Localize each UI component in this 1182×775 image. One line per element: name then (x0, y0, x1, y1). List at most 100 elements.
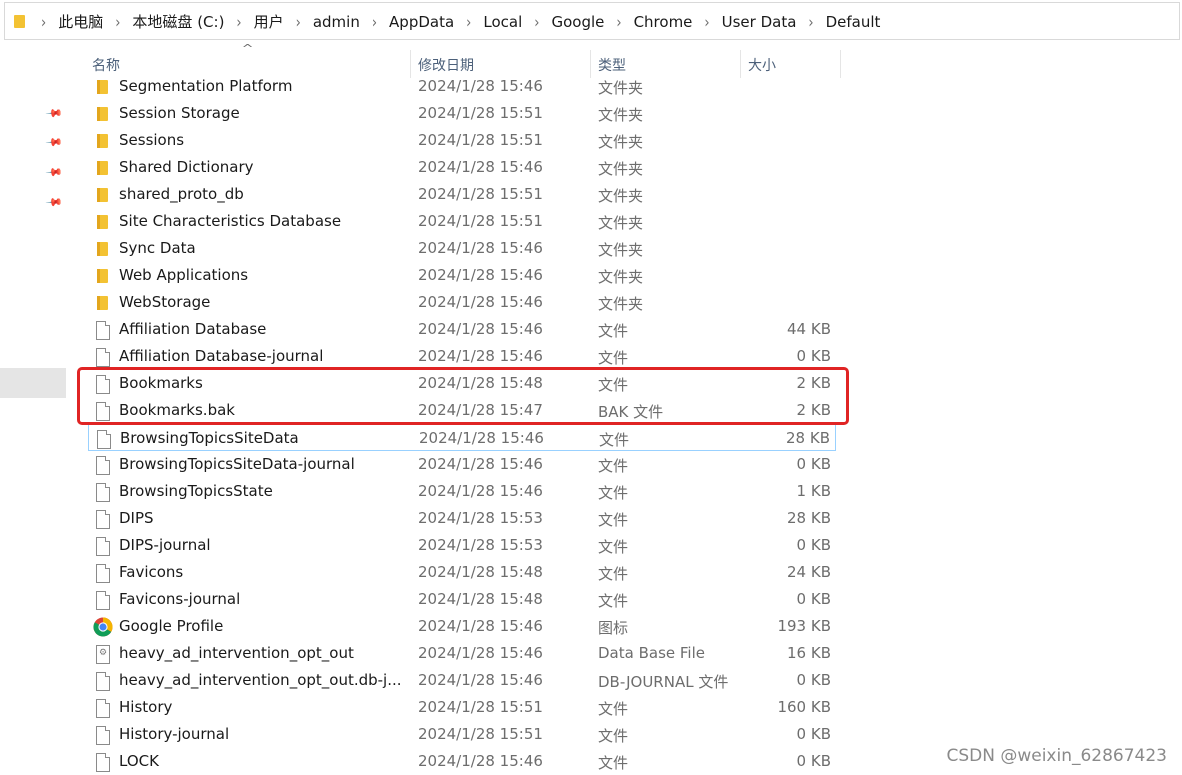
file-type: 文件 (598, 700, 629, 718)
file-size: 24 KB (787, 563, 831, 581)
file-type: 文件 (599, 431, 630, 449)
file-date: 2024/1/28 15:53 (418, 509, 543, 527)
pin-icon[interactable]: 📌 (44, 104, 64, 124)
pin-icon[interactable]: 📌 (44, 193, 64, 213)
file-name: History-journal (119, 725, 230, 743)
breadcrumb-item[interactable]: 此电脑 (58, 13, 103, 31)
file-type: 文件 (598, 484, 629, 502)
file-size: 28 KB (786, 429, 830, 447)
chevron-right-icon[interactable]: › (372, 14, 377, 32)
file-date: 2024/1/28 15:46 (418, 266, 543, 284)
file-name: Session Storage (119, 104, 240, 122)
file-date: 2024/1/28 15:46 (418, 644, 543, 662)
file-size: 193 KB (777, 617, 831, 635)
file-name: History (119, 698, 173, 716)
column-type-header[interactable]: 类型 (598, 55, 626, 75)
file-row[interactable]: Favicons 2024/1/28 15:48 文件 24 KB (88, 559, 836, 586)
db-icon (94, 644, 112, 664)
file-size: 16 KB (787, 644, 831, 662)
file-row[interactable]: Favicons-journal 2024/1/28 15:48 文件 0 KB (88, 586, 836, 613)
file-type: 文件 (598, 754, 629, 772)
file-date: 2024/1/28 15:46 (419, 429, 544, 447)
file-date: 2024/1/28 15:51 (418, 104, 543, 122)
file-date: 2024/1/28 15:46 (418, 77, 543, 95)
file-name: BrowsingTopicsSiteData (120, 429, 299, 447)
breadcrumb-item[interactable]: 本地磁盘 (C:) (132, 13, 224, 31)
chevron-right-icon[interactable]: › (236, 14, 241, 32)
file-size: 0 KB (796, 671, 831, 689)
navigation-pane[interactable]: 📌 📌 📌 📌 (0, 40, 66, 772)
file-type: 文件 (598, 592, 629, 610)
chevron-right-icon[interactable]: › (115, 14, 120, 32)
breadcrumb-item[interactable]: Chrome (634, 13, 693, 31)
file-row[interactable]: BrowsingTopicsState 2024/1/28 15:46 文件 1 KB (88, 478, 836, 505)
file-row[interactable]: Segmentation Platform 2024/1/28 15:46 文件夹 (88, 73, 836, 100)
nav-selected-item[interactable] (0, 368, 66, 398)
file-row[interactable]: Google Profile 2024/1/28 15:46 图标 193 KB (88, 613, 836, 640)
file-row[interactable]: DIPS 2024/1/28 15:53 文件 28 KB (88, 505, 836, 532)
file-row[interactable]: shared_proto_db 2024/1/28 15:51 文件夹 (88, 181, 836, 208)
breadcrumb-item[interactable]: User Data (722, 13, 797, 31)
chevron-right-icon[interactable]: › (704, 14, 709, 32)
breadcrumb-item[interactable]: 用户 (254, 13, 284, 31)
file-date: 2024/1/28 15:53 (418, 536, 543, 554)
file-size: 160 KB (777, 698, 831, 716)
folder-icon (94, 158, 112, 178)
file-size: 0 KB (796, 725, 831, 743)
file-icon (94, 698, 112, 718)
file-size: 0 KB (796, 752, 831, 770)
chevron-right-icon[interactable]: › (616, 14, 621, 32)
file-date: 2024/1/28 15:46 (418, 752, 543, 770)
file-row[interactable]: DIPS-journal 2024/1/28 15:53 文件 0 KB (88, 532, 836, 559)
file-name: Favicons (119, 563, 184, 581)
file-date: 2024/1/28 15:46 (418, 158, 543, 176)
file-type: 文件 (598, 457, 629, 475)
file-type: 文件夹 (598, 187, 644, 205)
file-icon (94, 482, 112, 502)
chevron-right-icon[interactable]: › (296, 14, 301, 32)
column-date-header[interactable]: 修改日期 (418, 55, 474, 75)
file-type: 文件 (598, 511, 629, 529)
file-date: 2024/1/28 15:46 (418, 617, 543, 635)
file-row[interactable]: Site Characteristics Database 2024/1/28 1… (88, 208, 836, 235)
file-date: 2024/1/28 15:46 (418, 347, 543, 365)
file-row[interactable]: heavy_ad_intervention_opt_out.db-j... 202… (88, 667, 836, 694)
file-row[interactable]: Sessions 2024/1/28 15:51 文件夹 (88, 127, 836, 154)
pin-icon[interactable]: 📌 (44, 133, 64, 153)
file-row[interactable]: WebStorage 2024/1/28 15:46 文件夹 (88, 289, 836, 316)
file-type: 文件 (598, 538, 629, 556)
breadcrumb-item[interactable]: Local (483, 13, 522, 31)
chevron-right-icon[interactable]: › (534, 14, 539, 32)
file-row[interactable]: History 2024/1/28 15:51 文件 160 KB (88, 694, 836, 721)
file-name: Sync Data (119, 239, 196, 257)
column-name-header[interactable]: 名称 (92, 55, 120, 75)
file-type: 文件夹 (598, 295, 644, 313)
breadcrumb-item[interactable]: AppData (389, 13, 454, 31)
file-type: 文件夹 (598, 214, 644, 232)
file-name: Favicons-journal (119, 590, 241, 608)
file-row[interactable]: heavy_ad_intervention_opt_out 2024/1/28 1… (88, 640, 836, 667)
address-bar[interactable]: › 此电脑 › 本地磁盘 (C:) › 用户 › admin › AppData › Local › Go… (4, 2, 1180, 40)
file-row[interactable]: BrowsingTopicsSiteData-journal 2024/1/28 … (88, 451, 836, 478)
file-row[interactable]: Web Applications 2024/1/28 15:46 文件夹 (88, 262, 836, 289)
chevron-right-icon[interactable]: › (466, 14, 471, 32)
file-row[interactable]: LOCK 2024/1/28 15:46 文件 0 KB (88, 748, 836, 775)
breadcrumb-item[interactable]: Google (551, 13, 604, 31)
file-row[interactable]: History-journal 2024/1/28 15:51 文件 0 KB (88, 721, 836, 748)
breadcrumb-item[interactable]: admin (313, 13, 360, 31)
pin-icon[interactable]: 📌 (44, 163, 64, 183)
file-row[interactable]: Session Storage 2024/1/28 15:51 文件夹 (88, 100, 836, 127)
file-type: 文件夹 (598, 133, 644, 151)
file-row[interactable]: Affiliation Database-journal 2024/1/28 15… (88, 343, 836, 370)
breadcrumb-item[interactable]: Default (826, 13, 881, 31)
file-type: 文件 (598, 727, 629, 745)
file-row[interactable]: BrowsingTopicsSiteData 2024/1/28 15:46 文件 2… (88, 424, 836, 451)
chevron-right-icon[interactable]: › (41, 14, 46, 32)
file-size: 0 KB (796, 455, 831, 473)
chevron-right-icon[interactable]: › (808, 14, 813, 32)
file-row[interactable]: Affiliation Database 2024/1/28 15:46 文件 44 … (88, 316, 836, 343)
file-date: 2024/1/28 15:48 (418, 590, 543, 608)
file-row[interactable]: Sync Data 2024/1/28 15:46 文件夹 (88, 235, 836, 262)
file-row[interactable]: Shared Dictionary 2024/1/28 15:46 文件夹 (88, 154, 836, 181)
column-size-header[interactable]: 大小 (748, 55, 776, 75)
